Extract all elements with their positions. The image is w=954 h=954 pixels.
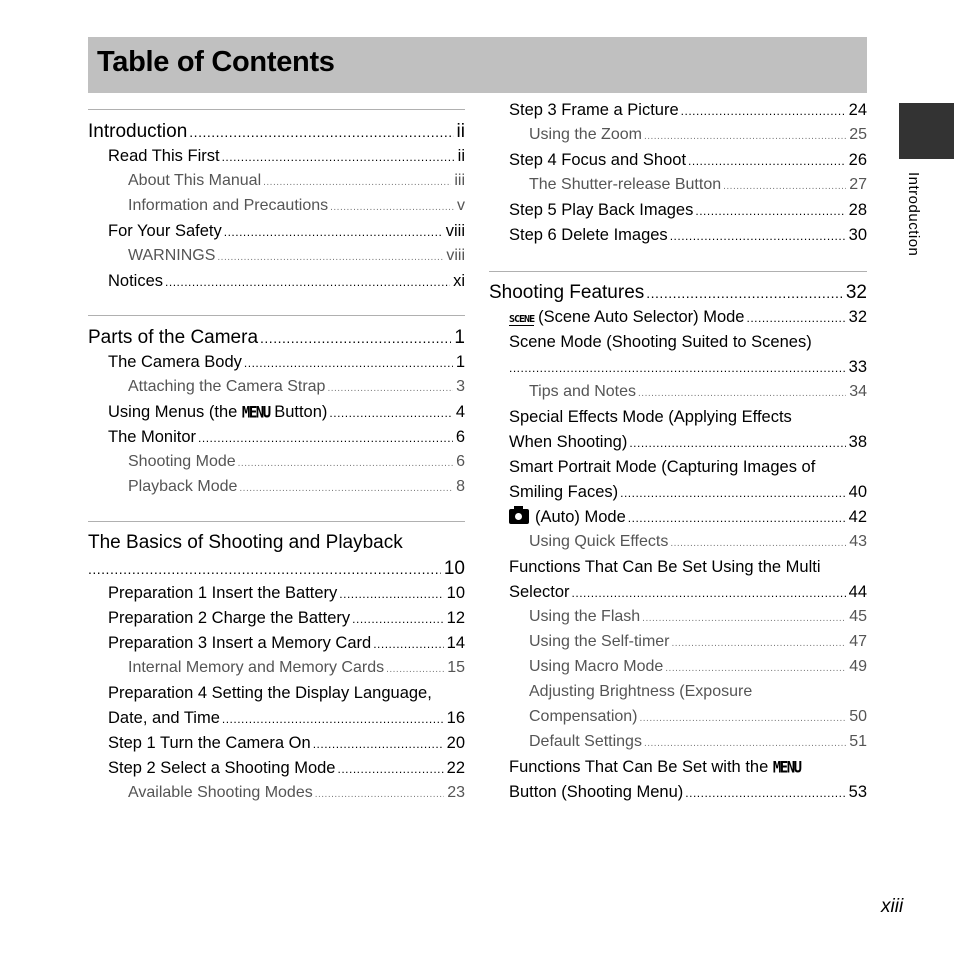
toc-entry[interactable]: About This Manualiii xyxy=(88,172,465,197)
toc-entry[interactable]: Noticesxi xyxy=(88,272,465,297)
section-tab-marker xyxy=(899,103,954,159)
toc-entry[interactable]: Default Settings51 xyxy=(489,733,867,758)
toc-entry[interactable]: Functions That Can Be Set with the MENU … xyxy=(489,758,867,808)
toc-entry[interactable]: Using the Zoom25 xyxy=(489,126,867,151)
toc-entry[interactable]: The Monitor6 xyxy=(88,428,465,453)
menu-button-icon: MENU xyxy=(772,758,802,778)
toc-entry[interactable]: Scene Mode (Shooting Suited to Scenes) 3… xyxy=(489,333,867,383)
toc-entry[interactable]: Using the Self-timer47 xyxy=(489,633,867,658)
toc-entry[interactable]: Using Quick Effects43 xyxy=(489,533,867,558)
title-bar: Table of Contents xyxy=(88,37,867,93)
toc-entry[interactable]: Internal Memory and Memory Cards15 xyxy=(88,659,465,684)
section-tab-label: Introduction xyxy=(905,172,922,257)
toc-entry[interactable]: Preparation 3 Insert a Memory Card14 xyxy=(88,634,465,659)
toc-entry[interactable]: Using Macro Mode49 xyxy=(489,658,867,683)
toc-entry[interactable]: Shooting Mode6 xyxy=(88,453,465,478)
toc-entry[interactable]: WARNINGSviii xyxy=(88,247,465,272)
toc-heading-introduction[interactable]: Introductionii xyxy=(88,121,465,147)
toc-entry[interactable]: Adjusting Brightness (Exposure Compensat… xyxy=(489,683,867,733)
toc-entry[interactable]: Step 5 Play Back Images28 xyxy=(489,201,867,226)
toc-entry[interactable]: Preparation 4 Setting the Display Langua… xyxy=(88,684,465,734)
toc-entry[interactable]: Step 4 Focus and Shoot26 xyxy=(489,151,867,176)
toc-entry[interactable]: Playback Mode8 xyxy=(88,478,465,503)
toc-heading-parts-of-camera[interactable]: Parts of the Camera1 xyxy=(88,327,465,353)
toc-heading-basics[interactable]: The Basics of Shooting and Playback 10 xyxy=(88,532,465,584)
toc-entry[interactable]: Available Shooting Modes23 xyxy=(88,784,465,809)
toc-heading-shooting-features[interactable]: Shooting Features32 xyxy=(489,282,867,308)
toc-entry[interactable]: The Shutter-release Button27 xyxy=(489,176,867,201)
toc-left-column: Introductionii Read This Firstii About T… xyxy=(88,109,465,809)
page-title: Table of Contents xyxy=(97,46,335,78)
toc-entry[interactable]: Functions That Can Be Set Using the Mult… xyxy=(489,558,867,608)
toc-entry[interactable]: Step 3 Frame a Picture24 xyxy=(489,101,867,126)
toc-entry[interactable]: Step 2 Select a Shooting Mode22 xyxy=(88,759,465,784)
menu-button-icon: MENU xyxy=(241,403,271,423)
toc-entry[interactable]: Smart Portrait Mode (Capturing Images of… xyxy=(489,458,867,508)
toc-entry[interactable]: Preparation 2 Charge the Battery12 xyxy=(88,609,465,634)
toc-entry[interactable]: For Your Safetyviii xyxy=(88,222,465,247)
page-number: xiii xyxy=(881,896,904,917)
toc-right-column: Step 3 Frame a Picture24 Using the Zoom2… xyxy=(489,101,867,808)
scene-auto-selector-icon: SCENE xyxy=(509,314,535,326)
toc-entry[interactable]: Attaching the Camera Strap3 xyxy=(88,378,465,403)
toc-entry[interactable]: Step 1 Turn the Camera On20 xyxy=(88,734,465,759)
toc-entry[interactable]: Read This Firstii xyxy=(88,147,465,172)
toc-entry[interactable]: Preparation 1 Insert the Battery10 xyxy=(88,584,465,609)
toc-entry[interactable]: Tips and Notes34 xyxy=(489,383,867,408)
camera-auto-mode-icon xyxy=(509,506,529,524)
toc-entry[interactable]: Step 6 Delete Images30 xyxy=(489,226,867,251)
toc-entry[interactable]: Using the Flash45 xyxy=(489,608,867,633)
toc-entry[interactable]: The Camera Body1 xyxy=(88,353,465,378)
toc-entry[interactable]: Special Effects Mode (Applying Effects W… xyxy=(489,408,867,458)
toc-entry[interactable]: Using Menus (the MENU Button)4 xyxy=(88,403,465,428)
toc-entry[interactable]: SCENE(Scene Auto Selector) Mode32 xyxy=(489,308,867,333)
toc-entry[interactable]: (Auto) Mode42 xyxy=(489,506,867,533)
toc-entry[interactable]: Information and Precautionsv xyxy=(88,197,465,222)
